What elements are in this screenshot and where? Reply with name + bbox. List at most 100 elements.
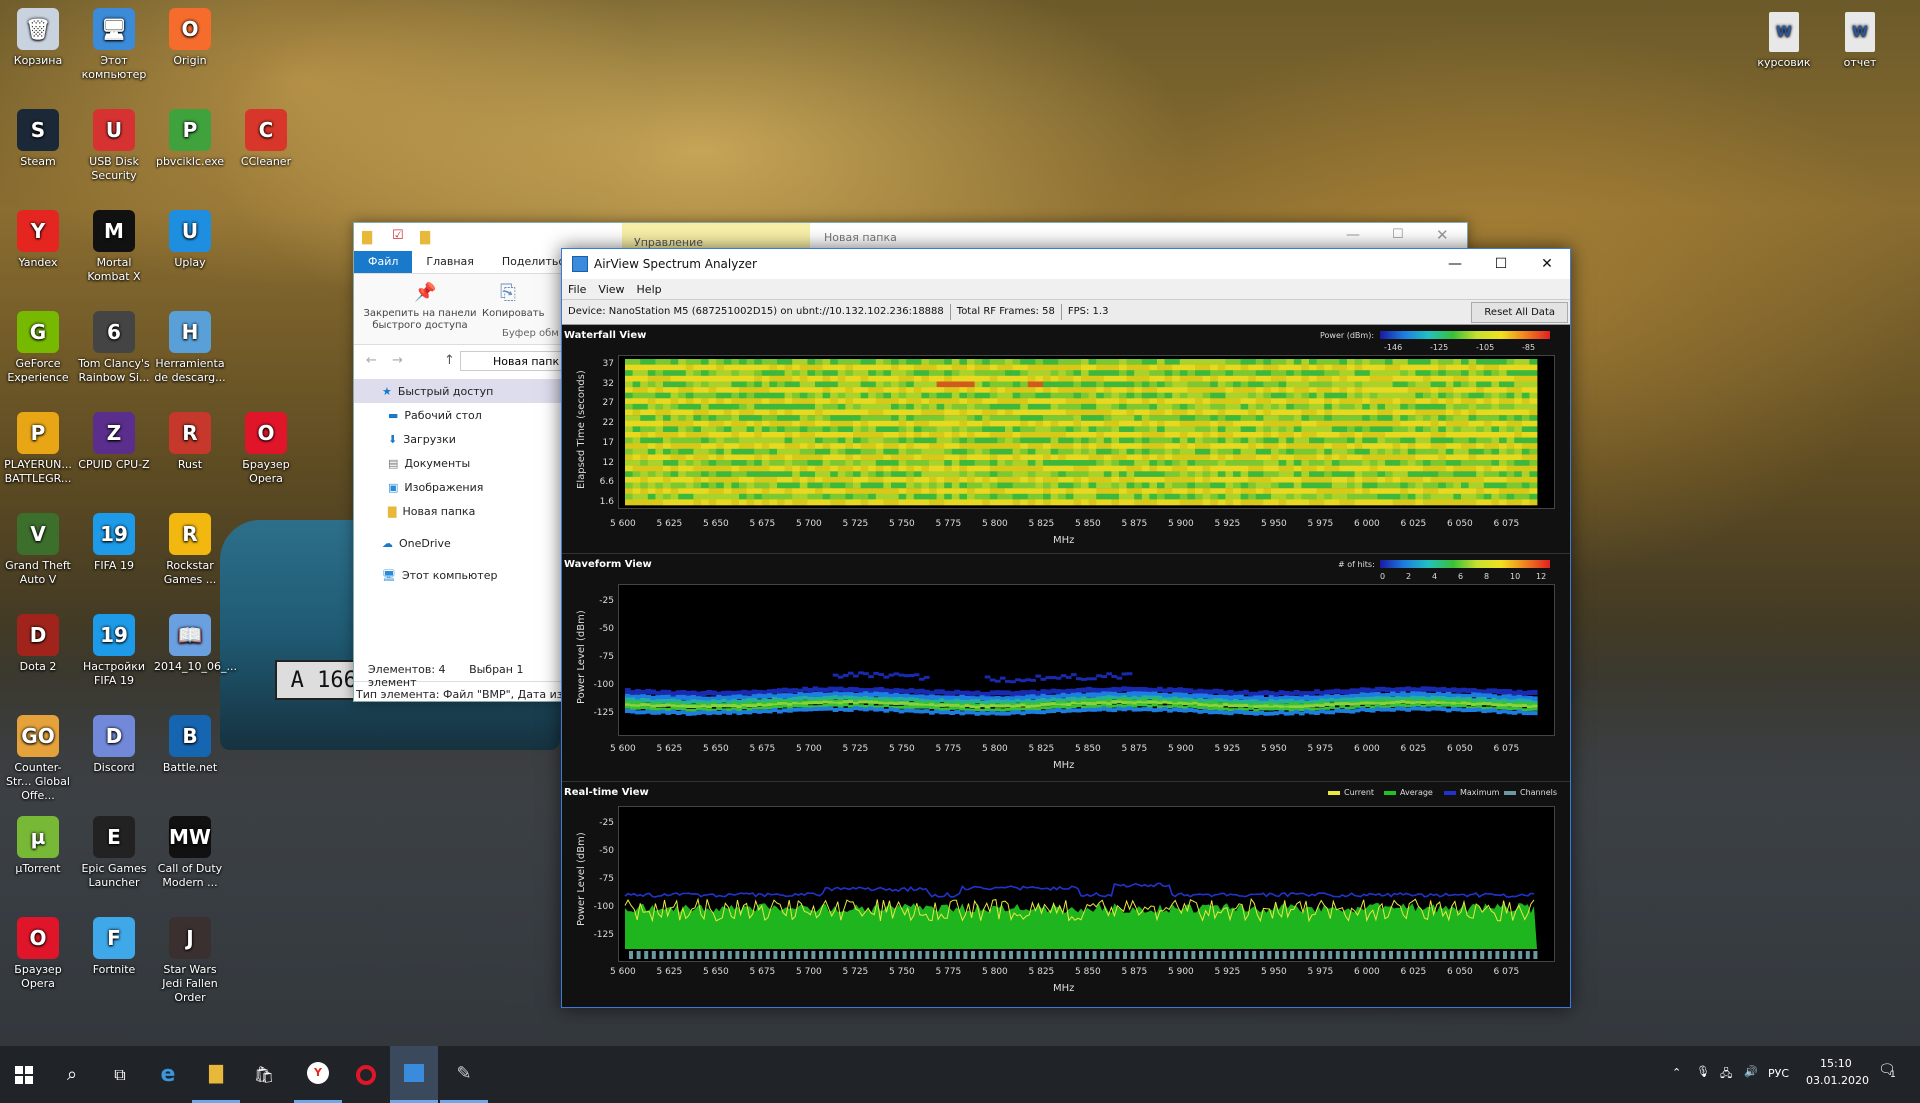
desktop-icon[interactable]: P PLAYERUN... BATTLEGR...	[2, 412, 74, 486]
airview-window[interactable]: AirView Spectrum Analyzer — ☐ ✕ File Vie…	[561, 248, 1571, 1008]
pin-quick-access-button[interactable]: Закрепить на панели быстрого доступа	[360, 308, 480, 332]
taskbar-yandex[interactable]: Y	[294, 1046, 342, 1103]
maximize-button[interactable]: ☐	[1392, 227, 1404, 242]
desktop-icon[interactable]: B Battle.net	[154, 715, 226, 775]
desktop-icon[interactable]: O Браузер Opera	[2, 917, 74, 991]
explorer-titlebar[interactable]: ▇ ☑ ▇ Управление Новая папка — ☐ ✕	[354, 223, 1467, 251]
desktop-icon[interactable]: V Grand Theft Auto V	[2, 513, 74, 587]
waterfall-cell	[860, 409, 869, 416]
desktop-icon[interactable]: R Rust	[154, 412, 226, 472]
waterfall-cell	[1369, 420, 1378, 427]
waveform-band	[1501, 709, 1508, 714]
desktop-icon[interactable]: D Discord	[78, 715, 150, 775]
waterfall-cell	[1012, 476, 1021, 483]
desktop-icon[interactable]: Ppbvciklc.exe	[154, 109, 226, 169]
menu-view[interactable]: View	[592, 283, 630, 296]
desktop-icon[interactable]: Y Yandex	[2, 210, 74, 270]
desktop-icon[interactable]: µ µTorrent	[2, 816, 74, 876]
taskbar-airview[interactable]	[390, 1046, 438, 1103]
desktop-icon[interactable]: U USB Disk Security	[78, 109, 150, 183]
volume-icon[interactable]: 🔊	[1744, 1065, 1758, 1078]
tab-file[interactable]: Файл	[354, 251, 413, 273]
desktop-icon[interactable]: E Epic Games Launcher	[78, 816, 150, 890]
start-button[interactable]	[0, 1046, 48, 1103]
desktop-icon[interactable]: 🖥 Этот компьютер	[78, 8, 150, 82]
address-bar[interactable]: Новая папк	[460, 351, 564, 371]
desktop-icon[interactable]: U Uplay	[154, 210, 226, 270]
clock-date[interactable]: 03.01.2020	[1806, 1074, 1869, 1087]
properties-icon[interactable]: ☑	[392, 228, 404, 243]
language-indicator[interactable]: РУС	[1768, 1067, 1789, 1080]
microphone-icon[interactable]: 🎙	[1696, 1065, 1710, 1078]
clock-time[interactable]: 15:10	[1820, 1057, 1852, 1070]
waterfall-cell	[959, 493, 968, 500]
maximize-button[interactable]: ☐	[1478, 249, 1524, 279]
desktop-icon[interactable]: O Браузер Opera	[230, 412, 302, 486]
new-folder-icon[interactable]: ▇	[420, 230, 430, 245]
nav-onedrive[interactable]: ☁ OneDrive	[354, 531, 566, 555]
desktop-icon[interactable]: S Steam	[2, 109, 74, 169]
back-icon[interactable]: ←	[366, 353, 377, 368]
nav-quick-access[interactable]: ★ Быстрый доступ	[354, 379, 566, 403]
desktop-icon[interactable]: H Herramienta de descarg...	[154, 311, 226, 385]
desktop-icon[interactable]: J Star Wars Jedi Fallen Order	[154, 917, 226, 1005]
desktop-icon[interactable]: 19 Настройки FIFA 19	[78, 614, 150, 688]
taskbar-app[interactable]: ✎	[440, 1046, 488, 1103]
tray-chevron-icon[interactable]: ⌃	[1672, 1066, 1681, 1079]
waterfall-cell	[1529, 375, 1538, 382]
desktop-icon[interactable]: R Rockstar Games ...	[154, 513, 226, 587]
desktop-icon[interactable]: GO Counter-Str... Global Offe...	[2, 715, 74, 803]
desktop-icon[interactable]: Z CPUID CPU-Z	[78, 412, 150, 472]
desktop-icon[interactable]: M Mortal Kombat X	[78, 210, 150, 284]
search-button[interactable]: ⌕	[48, 1046, 96, 1103]
nav-this-pc[interactable]: 🖥 Этот компьютер	[354, 563, 566, 587]
waveform-band	[1516, 689, 1523, 695]
waterfall-cell	[944, 437, 953, 444]
desktop-icon[interactable]: 19 FIFA 19	[78, 513, 150, 573]
desktop-icon[interactable]: 6 Tom Clancy's Rainbow Si...	[78, 311, 150, 385]
waterfall-cell	[1096, 465, 1105, 472]
desktop-icon[interactable]: O Origin	[154, 8, 226, 68]
copy-button[interactable]: Копировать	[482, 308, 544, 319]
nav-new-folder[interactable]: ▇ Новая папка	[354, 499, 566, 523]
nav-downloads[interactable]: ⬇ Загрузки	[354, 427, 566, 451]
reset-all-data-button[interactable]: Reset All Data	[1471, 302, 1568, 323]
minimize-button[interactable]: —	[1432, 249, 1478, 279]
desktop-icon[interactable]: C CCleaner	[230, 109, 302, 169]
desktop-icon-kursovik[interactable]: W курсовик	[1748, 12, 1820, 70]
tab-manage[interactable]: Управление	[622, 223, 810, 251]
waterfall-cell	[1377, 359, 1386, 365]
waterfall-cell	[1354, 426, 1363, 433]
taskbar-explorer[interactable]: ▇	[192, 1046, 240, 1103]
desktop-icon[interactable]: D Dota 2	[2, 614, 74, 674]
task-view-button[interactable]: ⧉	[96, 1046, 144, 1103]
notification-center-button[interactable]: 🗨 1	[1878, 1062, 1898, 1082]
desktop-icon[interactable]: MW Call of Duty Modern ...	[154, 816, 226, 890]
waterfall-cell	[1278, 437, 1287, 444]
taskbar-edge[interactable]: e	[144, 1046, 192, 1103]
close-button[interactable]: ✕	[1436, 226, 1449, 244]
nav-pictures[interactable]: ▣ Изображения	[354, 475, 566, 499]
desktop-icon-label: Браузер Opera	[242, 458, 290, 485]
menu-file[interactable]: File	[562, 283, 592, 296]
airview-titlebar[interactable]: AirView Spectrum Analyzer — ☐ ✕	[562, 249, 1570, 279]
nav-documents[interactable]: ▤ Документы	[354, 451, 566, 475]
taskbar-store[interactable]: 🛍	[240, 1046, 288, 1103]
desktop-icon[interactable]: 📖 2014_10_06_...	[154, 614, 237, 674]
minimize-button[interactable]: —	[1346, 227, 1360, 243]
waterfall-cell	[625, 493, 633, 500]
menu-help[interactable]: Help	[631, 283, 668, 296]
up-icon[interactable]: ↑	[444, 353, 455, 368]
nav-desktop[interactable]: ▬ Рабочий стол	[354, 403, 566, 427]
taskbar-opera[interactable]	[342, 1046, 390, 1103]
desktop-icon-otchet[interactable]: W отчет	[1824, 12, 1896, 70]
desktop-icon[interactable]: G GeForce Experience	[2, 311, 74, 385]
close-button[interactable]: ✕	[1524, 249, 1570, 279]
waterfall-cell	[967, 415, 975, 422]
network-icon[interactable]: 🖧	[1720, 1065, 1732, 1084]
desktop-icon[interactable]: F Fortnite	[78, 917, 150, 977]
desktop-icon[interactable]: 🗑 Корзина	[2, 8, 74, 68]
tab-home[interactable]: Главная	[412, 251, 488, 273]
forward-icon[interactable]: →	[392, 353, 403, 368]
waveform-band	[1070, 701, 1077, 705]
